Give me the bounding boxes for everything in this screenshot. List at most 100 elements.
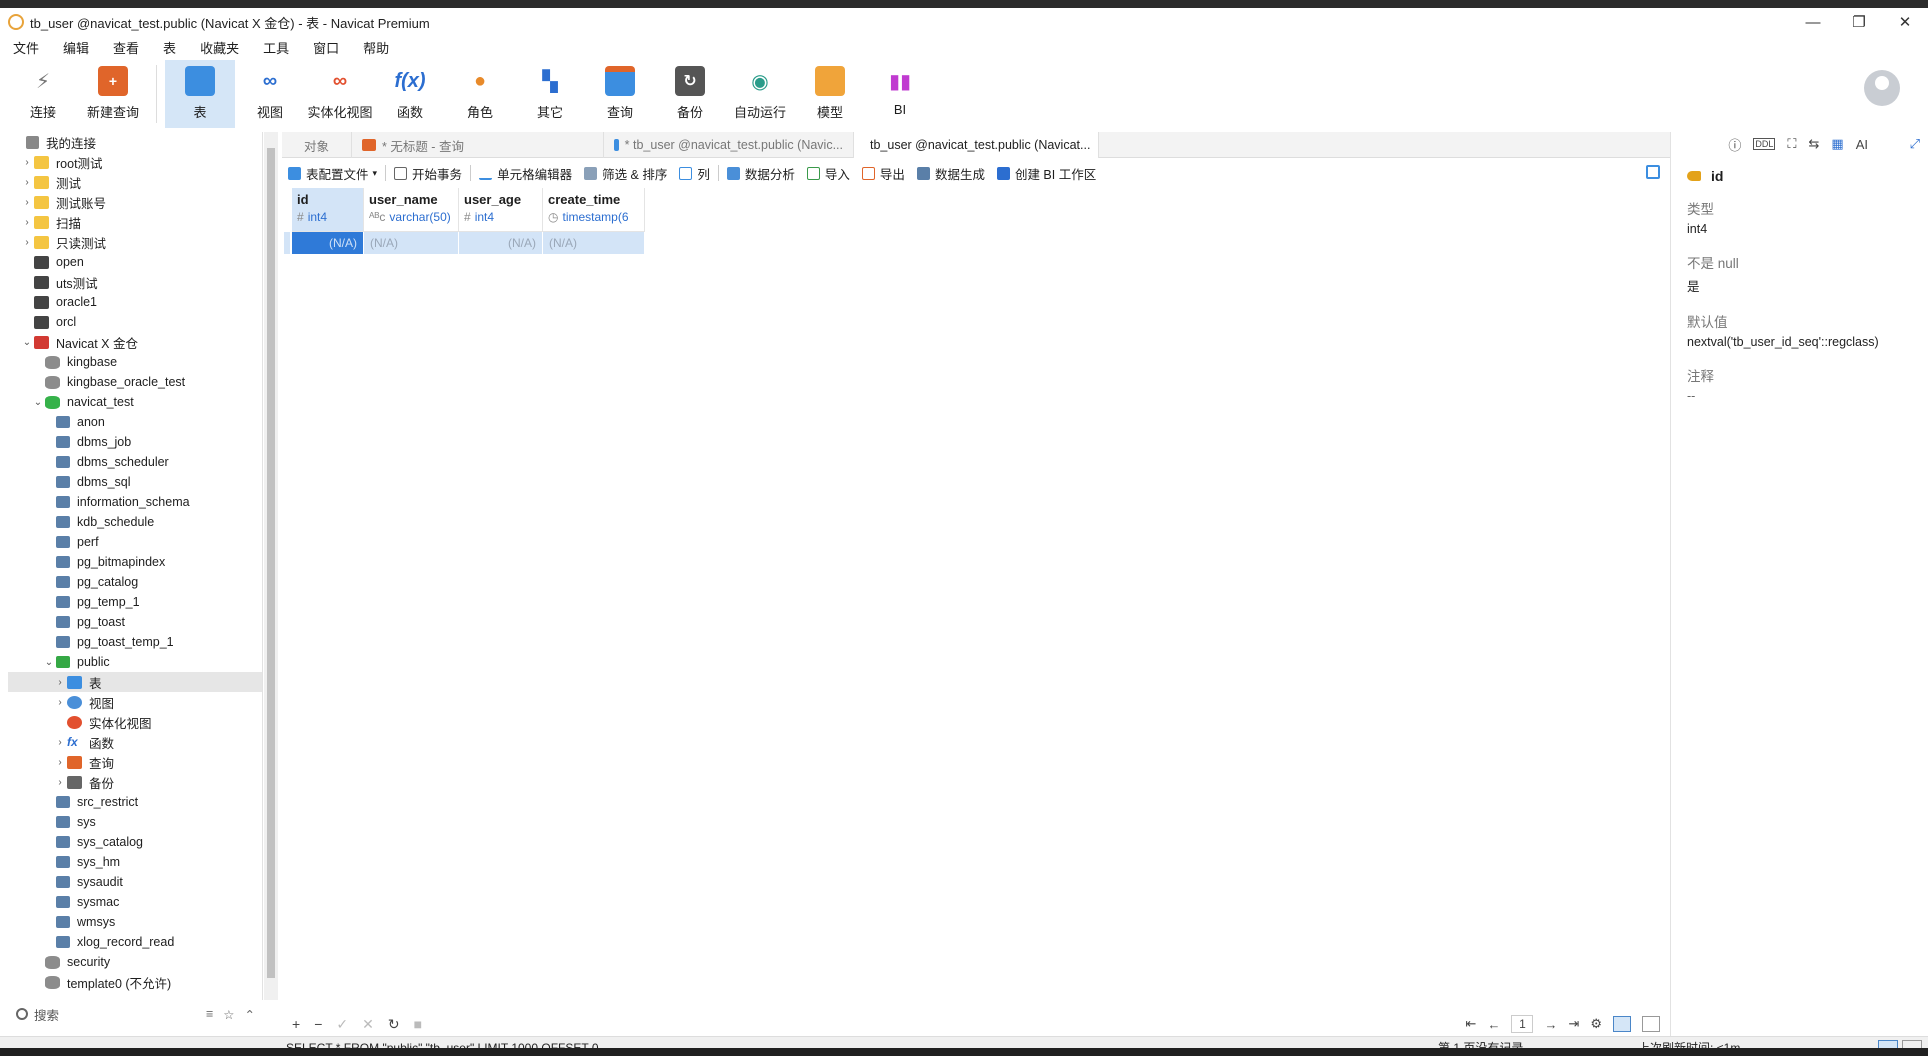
chevron-down-icon[interactable]: ⌄	[31, 397, 45, 408]
view-button[interactable]: ∞ 视图	[235, 60, 305, 128]
table-profile-button[interactable]: 表配置文件 ▾	[288, 164, 377, 183]
tab-objects[interactable]: 对象	[282, 132, 352, 158]
tree-item[interactable]: oracle1	[8, 292, 262, 312]
chevron-right-icon[interactable]: ›	[20, 177, 34, 188]
tree-root-my-connections[interactable]: 我的连接	[8, 132, 262, 152]
menu-table[interactable]: 表	[163, 38, 176, 57]
er-icon[interactable]: ⛶	[1787, 136, 1796, 152]
tree-item[interactable]: pg_catalog	[8, 572, 262, 592]
stop-button[interactable]: ■	[414, 1016, 422, 1032]
settings-gear-icon[interactable]: ⚙	[1590, 1016, 1602, 1032]
tree-item[interactable]: anon	[8, 412, 262, 432]
chevron-down-icon[interactable]: ⌄	[20, 337, 34, 348]
tree-item[interactable]: pg_toast	[8, 612, 262, 632]
tree-item[interactable]: uts测试	[8, 272, 262, 292]
tree-item[interactable]: orcl	[8, 312, 262, 332]
data-analysis-button[interactable]: 数据分析	[726, 164, 795, 183]
grid-view-toggle[interactable]	[1613, 1016, 1631, 1032]
menu-tools[interactable]: 工具	[263, 38, 289, 57]
column-header-user-age[interactable]: user_age # int4	[459, 188, 543, 232]
cell-create-time[interactable]: (N/A)	[543, 232, 645, 254]
automation-button[interactable]: ◉ 自动运行	[725, 60, 795, 128]
cell-editor-button[interactable]: 单元格编辑器	[479, 164, 572, 183]
tree-item[interactable]: kingbase	[8, 352, 262, 372]
tree-item[interactable]: template0 (不允许)	[8, 972, 262, 992]
user-avatar[interactable]	[1864, 70, 1900, 106]
tree-item[interactable]: sysmac	[8, 892, 262, 912]
tree-item[interactable]: pg_bitmapindex	[8, 552, 262, 572]
tree-item[interactable]: information_schema	[8, 492, 262, 512]
tree-item[interactable]: › 测试	[8, 172, 262, 192]
star-icon[interactable]: ☆	[223, 1007, 234, 1022]
chevron-right-icon[interactable]: ›	[53, 677, 67, 688]
close-button[interactable]: ✕	[1882, 8, 1928, 36]
bi-workspace-button[interactable]: 创建 BI 工作区	[996, 164, 1096, 183]
cell-user-name[interactable]: (N/A)	[364, 232, 459, 254]
tree-item[interactable]: src_restrict	[8, 792, 262, 812]
chevron-down-icon[interactable]: ⌄	[42, 657, 56, 668]
model-button[interactable]: 模型	[795, 60, 865, 128]
info-icon[interactable]: ⓘ	[1728, 135, 1741, 154]
tree-item[interactable]: dbms_job	[8, 432, 262, 452]
tree-scrollbar[interactable]	[264, 132, 278, 1000]
role-button[interactable]: ● 角色	[445, 60, 515, 128]
table-button[interactable]: 表	[165, 60, 235, 128]
materialized-view-button[interactable]: ∞ 实体化视图	[305, 60, 375, 128]
add-record-button[interactable]: +	[292, 1016, 300, 1032]
chevron-right-icon[interactable]: ›	[53, 697, 67, 708]
tree-item[interactable]: › root测试	[8, 152, 262, 172]
column-header-create-time[interactable]: create_time ◷ timestamp(6	[543, 188, 645, 232]
tree-item[interactable]: kdb_schedule	[8, 512, 262, 532]
column-header-id[interactable]: id # int4	[292, 188, 364, 232]
tree-item[interactable]: pg_toast_temp_1	[8, 632, 262, 652]
tree-item[interactable]: sysaudit	[8, 872, 262, 892]
tree-item[interactable]: sys_catalog	[8, 832, 262, 852]
fullscreen-icon[interactable]	[1646, 165, 1660, 179]
tree-item[interactable]: pg_temp_1	[8, 592, 262, 612]
compare-icon[interactable]: ⇆	[1809, 136, 1820, 152]
form-view-toggle[interactable]	[1642, 1016, 1660, 1032]
bi-button[interactable]: ▮▮ BI	[865, 60, 935, 128]
tree-scrollbar-thumb[interactable]	[267, 148, 275, 978]
tree-item[interactable]: xlog_record_read	[8, 932, 262, 952]
menu-view[interactable]: 查看	[113, 38, 139, 57]
tab-untitled-query[interactable]: * 无标题 - 查询	[352, 132, 604, 158]
tree-item[interactable]: › 视图	[8, 692, 262, 712]
filter-sort-button[interactable]: 筛选 & 排序	[584, 164, 667, 183]
apply-changes-button[interactable]: ✓	[336, 1016, 348, 1033]
chevron-right-icon[interactable]: ›	[53, 777, 67, 788]
tree-item[interactable]: kingbase_oracle_test	[8, 372, 262, 392]
tree-item[interactable]: › fx 函数	[8, 732, 262, 752]
minimize-button[interactable]: —	[1790, 8, 1836, 36]
other-button[interactable]: ▚ 其它	[515, 60, 585, 128]
import-button[interactable]: 导入	[806, 164, 850, 183]
tree-item[interactable]: ⌄ Navicat X 金仓	[8, 332, 262, 352]
backup-button[interactable]: ↻ 备份	[655, 60, 725, 128]
refresh-button[interactable]: ↻	[388, 1016, 400, 1033]
chevron-right-icon[interactable]: ›	[53, 737, 67, 748]
tree-item[interactable]: dbms_scheduler	[8, 452, 262, 472]
field-properties-icon[interactable]: ▦	[1831, 136, 1843, 152]
tree-search[interactable]: 搜索 ≡ ☆ ⌃	[8, 1002, 263, 1026]
collapse-icon[interactable]: ⌃	[245, 1007, 255, 1022]
chevron-right-icon[interactable]: ›	[53, 757, 67, 768]
columns-button[interactable]: 列	[679, 164, 710, 183]
tree-item[interactable]: ⌄ public	[8, 652, 262, 672]
tree-item[interactable]: › 只读测试	[8, 232, 262, 252]
last-page-icon[interactable]: ⇥	[1568, 1016, 1579, 1032]
tree-item[interactable]: 实体化视图	[8, 712, 262, 732]
tree-item[interactable]: wmsys	[8, 912, 262, 932]
menu-help[interactable]: 帮助	[363, 38, 389, 57]
cell-user-age[interactable]: (N/A)	[459, 232, 543, 254]
table-row[interactable]: (N/A) (N/A) (N/A) (N/A)	[292, 232, 645, 254]
tree-item[interactable]: ⌄ navicat_test	[8, 392, 262, 412]
function-button[interactable]: f(x) 函数	[375, 60, 445, 128]
begin-transaction-button[interactable]: 开始事务	[394, 164, 462, 183]
menu-edit[interactable]: 编辑	[63, 38, 89, 57]
cell-id[interactable]: (N/A)	[292, 232, 364, 254]
chevron-right-icon[interactable]: ›	[20, 197, 34, 208]
tree-item[interactable]: sys	[8, 812, 262, 832]
tree-item[interactable]: perf	[8, 532, 262, 552]
chevron-right-icon[interactable]: ›	[20, 157, 34, 168]
ddl-icon[interactable]: DDL	[1753, 138, 1776, 150]
